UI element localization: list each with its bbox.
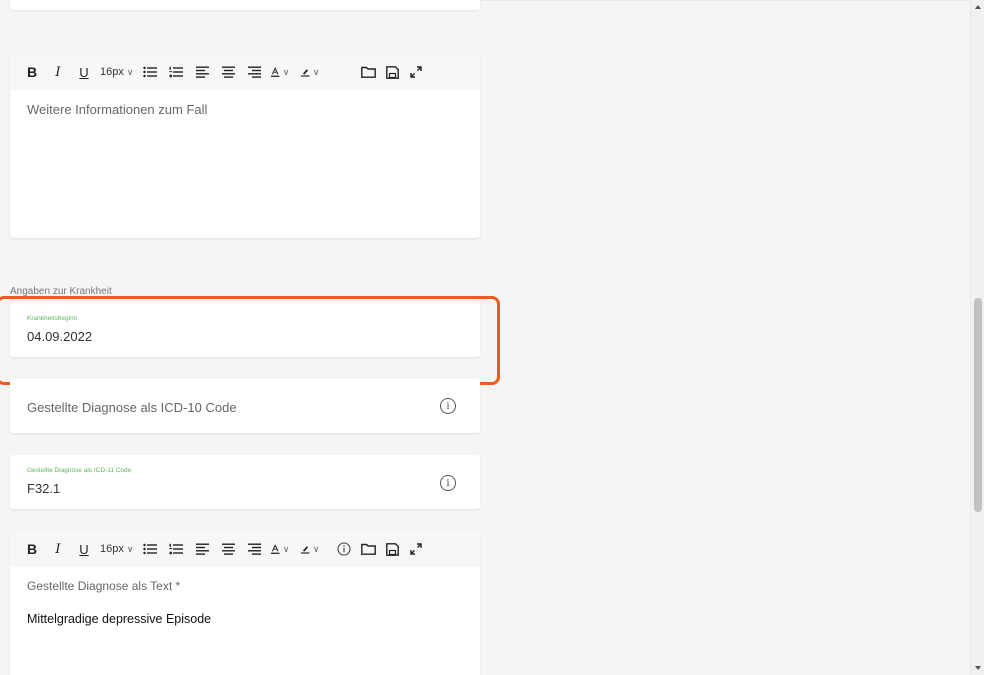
scroll-thumb[interactable] [974, 298, 982, 512]
font-size-value: 16px [100, 66, 124, 78]
numbered-list-icon[interactable] [167, 62, 185, 82]
font-size-value: 16px [100, 543, 124, 555]
chevron-down-icon: ∨ [312, 543, 320, 554]
case-info-editor[interactable]: B I U 16px ∨ ∨ ∨ Weitere Informationen zu… [10, 54, 480, 238]
chevron-down-icon: ∨ [312, 66, 320, 77]
diagnosis-text-editor[interactable]: B I U 16px ∨ ∨ ∨ Gestellte Diagnose als T… [10, 531, 480, 675]
chevron-down-icon: ∨ [282, 66, 290, 77]
underline-button[interactable]: U [76, 62, 92, 82]
font-size-select[interactable]: 16px ∨ [100, 539, 133, 559]
icd10-placeholder[interactable]: Gestellte Diagnose als ICD-10 Code [27, 400, 237, 415]
align-right-icon[interactable] [245, 539, 263, 559]
vertical-scrollbar[interactable] [970, 0, 984, 675]
bold-button[interactable]: B [24, 539, 40, 559]
expand-icon[interactable] [407, 539, 425, 559]
chevron-down-icon: ∨ [126, 66, 134, 77]
align-center-icon[interactable] [219, 539, 237, 559]
bold-button[interactable]: B [24, 62, 40, 82]
icd11-value[interactable]: F32.1 [27, 481, 60, 496]
onset-date-label: Krankheitsbeginn [27, 315, 78, 322]
editor-placeholder[interactable]: Weitere Informationen zum Fall [27, 102, 207, 117]
editor-toolbar: B I U 16px ∨ ∨ ∨ [10, 531, 480, 567]
align-left-icon[interactable] [193, 539, 211, 559]
align-center-icon[interactable] [219, 62, 237, 82]
chevron-down-icon: ∨ [126, 543, 134, 554]
onset-date-value[interactable]: 04.09.2022 [27, 329, 92, 344]
info-icon[interactable]: i [440, 475, 456, 491]
diagnosis-text-label: Gestellte Diagnose als Text * [27, 579, 181, 593]
top-divider [480, 0, 970, 1]
diagnosis-text-value[interactable]: Mittelgradige depressive Episode [27, 612, 211, 626]
onset-date-field[interactable]: Krankheitsbeginn 04.09.2022 [10, 302, 480, 357]
scroll-down-icon[interactable] [975, 666, 981, 670]
icd11-field[interactable]: Gestellte Diagnose als ICD-11 Code F32.1… [10, 455, 480, 509]
scroll-up-icon[interactable] [975, 5, 981, 9]
text-color-icon[interactable]: ∨ [271, 62, 289, 82]
info-icon[interactable] [335, 539, 353, 559]
icd11-label: Gestellte Diagnose als ICD-11 Code [27, 467, 132, 474]
info-icon[interactable]: i [440, 398, 456, 414]
underline-button[interactable]: U [76, 539, 92, 559]
italic-button[interactable]: I [50, 62, 66, 82]
folder-icon[interactable] [359, 539, 377, 559]
save-icon[interactable] [383, 62, 401, 82]
highlight-color-icon[interactable]: ∨ [301, 62, 319, 82]
text-color-icon[interactable]: ∨ [271, 539, 289, 559]
bullet-list-icon[interactable] [141, 62, 159, 82]
italic-button[interactable]: I [50, 539, 66, 559]
expand-icon[interactable] [407, 62, 425, 82]
icd10-field[interactable]: Gestellte Diagnose als ICD-10 Code i [10, 379, 480, 433]
save-icon[interactable] [383, 539, 401, 559]
align-right-icon[interactable] [245, 62, 263, 82]
bullet-list-icon[interactable] [141, 539, 159, 559]
chevron-down-icon: ∨ [282, 543, 290, 554]
highlight-color-icon[interactable]: ∨ [301, 539, 319, 559]
font-size-select[interactable]: 16px ∨ [100, 62, 133, 82]
editor-toolbar: B I U 16px ∨ ∨ ∨ [10, 54, 480, 90]
section-heading: Angaben zur Krankheit [10, 286, 112, 297]
form-page: B I U 16px ∨ ∨ ∨ Weitere Informationen zu… [0, 0, 984, 675]
previous-field-card[interactable] [10, 0, 480, 10]
numbered-list-icon[interactable] [167, 539, 185, 559]
align-left-icon[interactable] [193, 62, 211, 82]
folder-icon[interactable] [359, 62, 377, 82]
